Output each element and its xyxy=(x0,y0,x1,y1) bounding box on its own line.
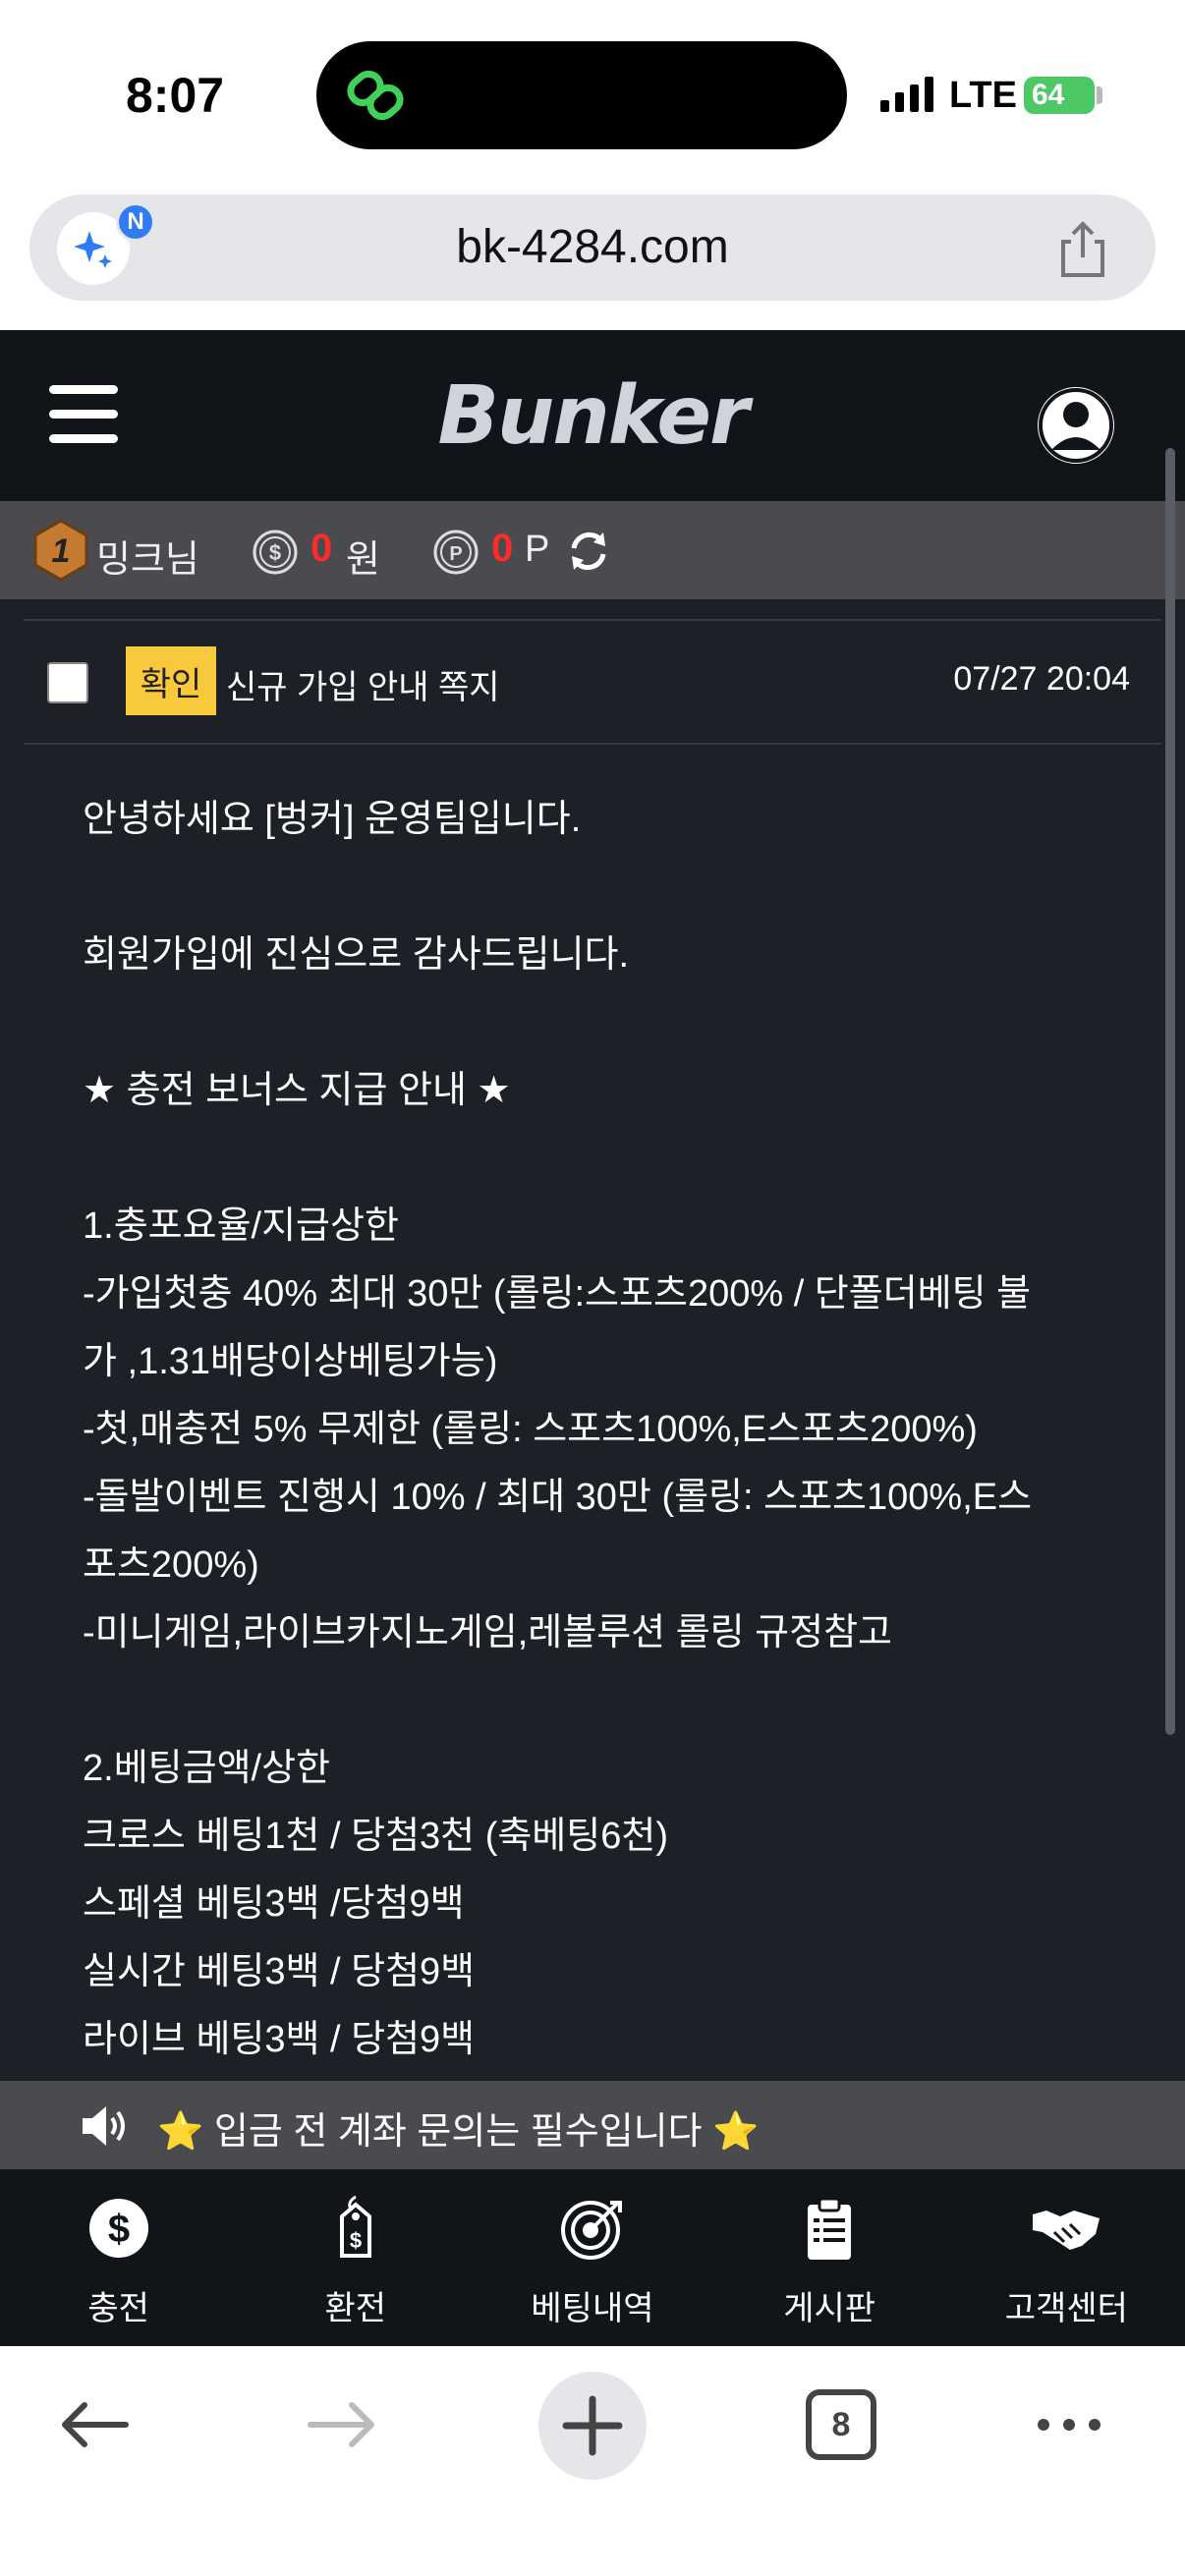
svg-text:$: $ xyxy=(350,2228,362,2253)
tabs-button[interactable]: 8 xyxy=(806,2389,876,2460)
nav-board[interactable]: 게시판 xyxy=(711,2169,948,2346)
nav-label: 게시판 xyxy=(783,2290,876,2327)
star-icon: ⭐ xyxy=(157,2111,204,2153)
message-date: 07/27 20:04 xyxy=(953,660,1130,698)
level-badge-icon: 1 xyxy=(33,519,88,582)
battery-level: 64 xyxy=(1032,79,1065,111)
nav-label: 고객센터 xyxy=(1004,2290,1128,2327)
message-line: 2.베팅금액/상한 xyxy=(83,1748,331,1789)
share-icon[interactable] xyxy=(1055,220,1110,279)
bottom-navigation: $ 충전 $ 환전 베팅내역 게시판 고객센터 xyxy=(0,2169,1185,2346)
message-line: 회원가입에 진심으로 감사드립니다. xyxy=(83,934,630,976)
message-line: 포츠200%) xyxy=(83,1544,259,1586)
message-line: 라이브 베팅3백 / 당첨9백 xyxy=(83,2019,476,2060)
star-icon: ⭐ xyxy=(712,2111,760,2153)
message-line: -가입첫충 40% 최대 30만 (롤링:스포츠200% / 단폴더베팅 불 xyxy=(83,1273,1032,1315)
dollar-circle-icon: $ xyxy=(88,2199,148,2258)
message-line: 스페셜 베팅3백 /당첨9백 xyxy=(83,1883,465,1925)
message-line: -미니게임,라이브카지노게임,레볼루션 롤링 규정참고 xyxy=(83,1612,893,1653)
nav-label: 충전 xyxy=(87,2290,149,2327)
link-icon xyxy=(347,70,404,121)
handshake-icon xyxy=(1033,2211,1100,2250)
message-line: ★ 충전 보너스 지급 안내 ★ xyxy=(83,1070,511,1111)
svg-text:$: $ xyxy=(269,540,281,565)
more-icon[interactable] xyxy=(1034,2407,1104,2442)
clipboard-icon xyxy=(808,2197,852,2260)
signal-icon xyxy=(880,77,933,112)
status-bar: 8:07 LTE 64 xyxy=(0,0,1185,187)
message-line: 크로스 베팅1천 / 당첨3천 (축베팅6천) xyxy=(83,1816,668,1857)
message-line: -돌발이벤트 진행시 10% / 최대 30만 (롤링: 스포츠100%,E스 xyxy=(83,1477,1033,1518)
battery-indicator: 64 xyxy=(1024,77,1095,114)
svg-text:P: P xyxy=(449,543,462,565)
network-type: LTE xyxy=(949,75,1017,116)
message-line: 안녕하세요 [벙커] 운영팀입니다. xyxy=(83,799,582,840)
notice-ticker: ⭐ 입금 전 계좌 문의는 필수입니다 ⭐ xyxy=(0,2081,1185,2169)
message-line xyxy=(83,1125,1124,1193)
browser-toolbar: 8 xyxy=(0,2346,1185,2576)
battery-cap xyxy=(1097,86,1102,104)
read-status-badge: 확인 xyxy=(126,646,216,715)
point-coin-icon: P xyxy=(433,530,479,575)
money-value: 0 xyxy=(310,527,333,570)
message-line: 1.충포요율/지급상한 xyxy=(83,1205,399,1247)
speaker-icon xyxy=(83,2106,125,2146)
refresh-icon[interactable] xyxy=(566,529,611,574)
back-arrow-icon[interactable] xyxy=(55,2395,134,2454)
plus-icon xyxy=(562,2395,623,2456)
address-bar[interactable]: N bk-4284.com xyxy=(29,195,1156,301)
forward-arrow-icon[interactable] xyxy=(303,2395,381,2454)
message-line xyxy=(83,854,1124,922)
message-body: 안녕하세요 [벙커] 운영팀입니다. 회원가입에 진심으로 감사드립니다. ★ 충전… xyxy=(83,786,1124,2074)
new-tab-button[interactable] xyxy=(538,2372,647,2480)
message-title: 신규 가입 안내 쪽지 xyxy=(226,669,500,706)
dynamic-island xyxy=(316,41,847,149)
message-checkbox[interactable] xyxy=(47,662,88,703)
message-header-row[interactable]: 확인 신규 가입 안내 쪽지 07/27 20:04 xyxy=(24,619,1161,745)
nav-bet-history[interactable]: 베팅내역 xyxy=(474,2169,710,2346)
site-header: Bunker xyxy=(0,330,1185,501)
price-tag-icon: $ xyxy=(339,2195,371,2258)
page-scrollbar[interactable] xyxy=(1165,448,1175,1735)
point-unit: P xyxy=(525,529,550,570)
message-content-area: 확인 신규 가입 안내 쪽지 07/27 20:04 안녕하세요 [벙커] 운영… xyxy=(0,599,1185,2081)
target-icon xyxy=(560,2201,622,2260)
user-level: 1 xyxy=(52,532,71,570)
nav-label: 환전 xyxy=(324,2290,387,2327)
message-line: 실시간 베팅3백 / 당첨9백 xyxy=(83,1951,476,1992)
site-logo[interactable]: Bunker xyxy=(0,369,1185,463)
message-line xyxy=(83,1667,1124,1735)
user-nickname: 밍크님 xyxy=(96,539,199,581)
nav-label: 베팅내역 xyxy=(531,2290,654,2327)
user-info-bar: 1 밍크님 $ 0 원 P 0 P xyxy=(0,501,1185,599)
svg-text:$: $ xyxy=(107,2208,129,2251)
point-value: 0 xyxy=(491,527,514,570)
message-line: 가 ,1.31배당이상베팅가능) xyxy=(83,1341,498,1382)
nav-customer-center[interactable]: 고객센터 xyxy=(948,2169,1185,2346)
message-line xyxy=(83,989,1124,1057)
user-account-icon[interactable] xyxy=(1032,381,1120,470)
money-coin-icon: $ xyxy=(253,530,298,575)
nav-withdraw[interactable]: $ 환전 xyxy=(237,2169,474,2346)
url-text[interactable]: bk-4284.com xyxy=(29,195,1156,301)
status-time: 8:07 xyxy=(126,68,225,123)
ticker-message: ⭐ 입금 전 계좌 문의는 필수입니다 ⭐ xyxy=(157,2100,760,2155)
money-unit: 원 xyxy=(346,539,380,581)
nav-deposit[interactable]: $ 충전 xyxy=(0,2169,237,2346)
message-line: -첫,매충전 5% 무제한 (롤링: 스포츠100%,E스포츠200%) xyxy=(83,1409,978,1450)
ticker-text: 입금 전 계좌 문의는 필수입니다 xyxy=(213,2111,703,2153)
